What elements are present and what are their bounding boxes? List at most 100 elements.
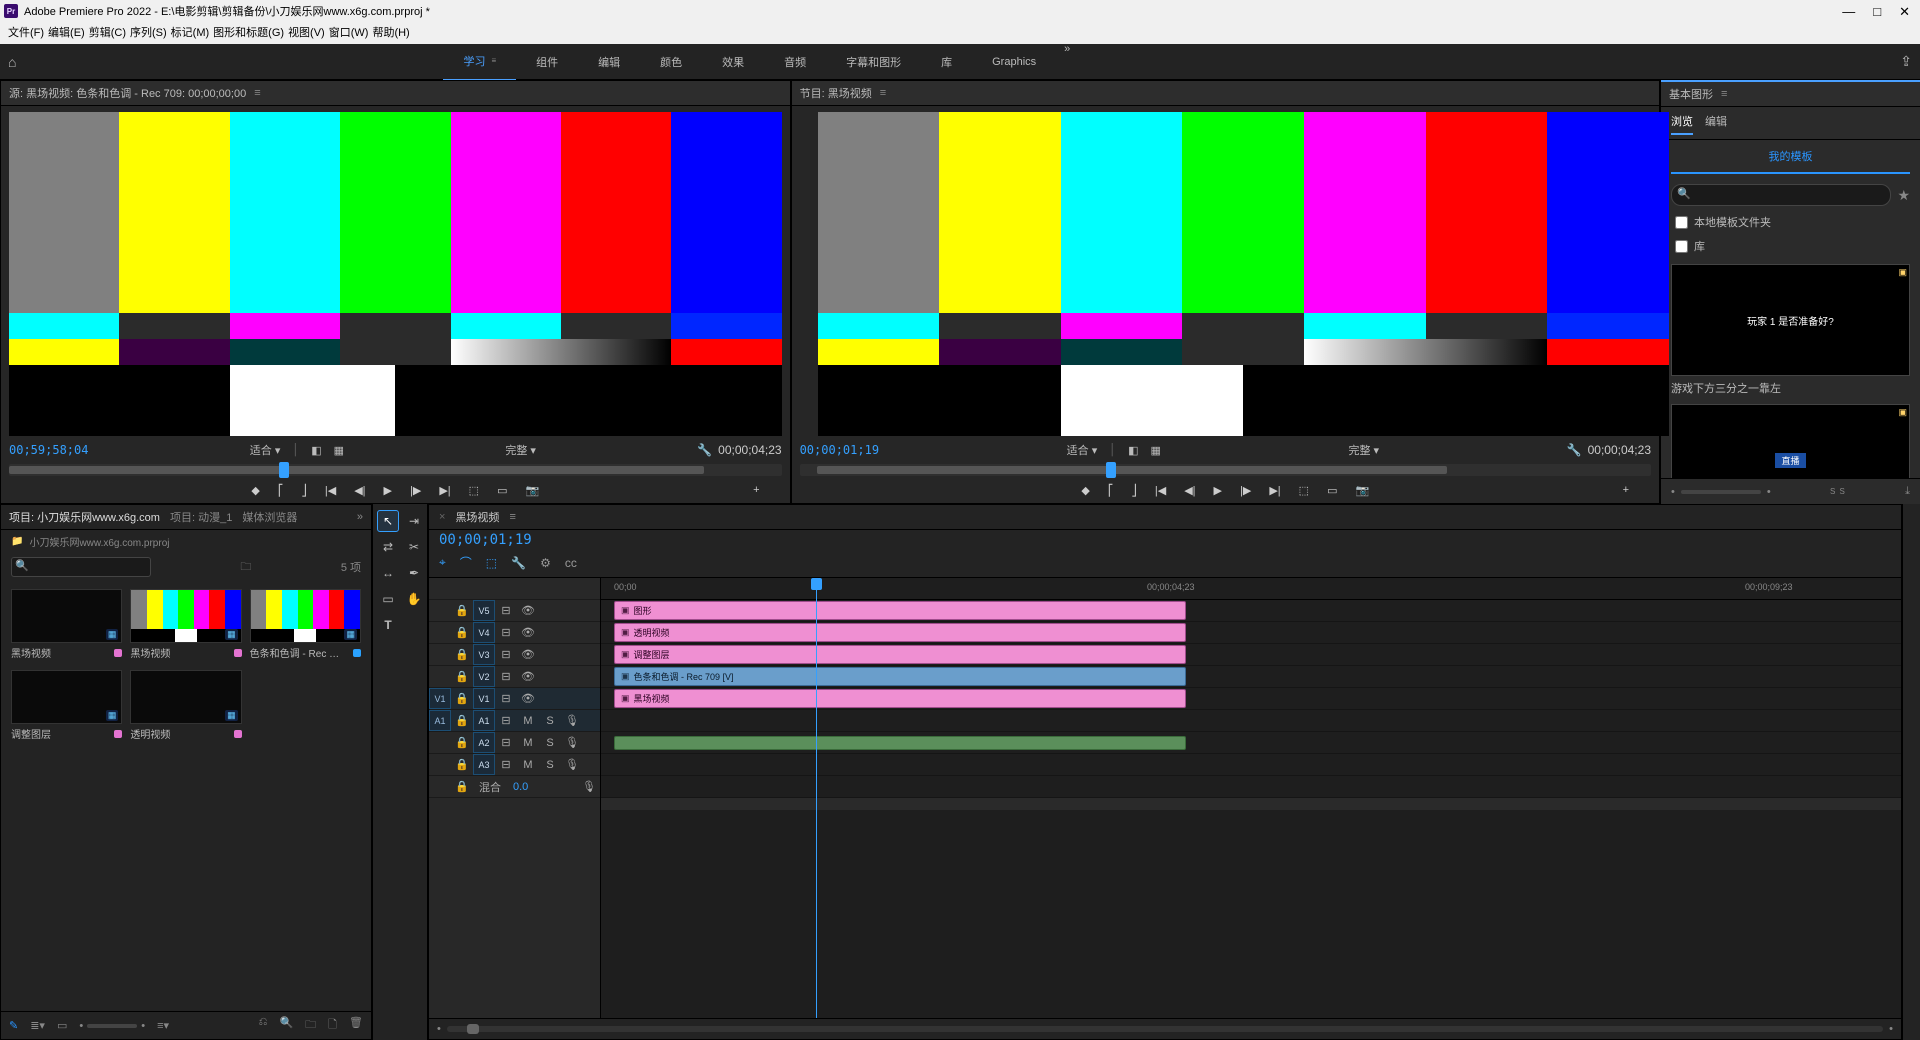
program-duration-timecode[interactable]: 00;00;04;23	[1588, 443, 1651, 457]
voiceover-icon[interactable]: 🎙	[561, 710, 583, 731]
timeline-clip[interactable]: ▣图形	[614, 601, 1186, 620]
add-marker-icon[interactable]: ⬚	[486, 556, 497, 570]
menu-edit[interactable]: 编辑(E)	[48, 24, 85, 40]
zoom-out-icon[interactable]: •	[437, 1023, 441, 1035]
track-target[interactable]: V5	[473, 600, 495, 621]
timeline-timecode[interactable]: 00;00;01;19	[429, 530, 1901, 554]
new-bin-icon[interactable]: 🗀	[305, 1016, 316, 1035]
media-browser-tab[interactable]: 媒体浏览器	[242, 509, 297, 525]
home-icon[interactable]: ⌂	[8, 54, 16, 70]
mute-icon[interactable]: M	[517, 732, 539, 753]
workspace-libraries[interactable]: 库	[921, 43, 972, 81]
mute-icon[interactable]: M	[517, 754, 539, 775]
source-patch-v1[interactable]: V1	[429, 688, 451, 709]
source-monitor-canvas[interactable]	[9, 112, 782, 436]
snap-icon[interactable]: ⌖	[439, 555, 446, 570]
play-icon[interactable]: ▶	[384, 484, 392, 497]
track-target[interactable]: A3	[473, 754, 495, 775]
source-scrubber[interactable]	[9, 464, 782, 476]
program-zoom-dropdown[interactable]: 适合 ▾	[1067, 442, 1098, 458]
sync-lock-icon[interactable]: ⊟	[495, 754, 517, 775]
source-out-timecode[interactable]: 00;00;04;23	[718, 443, 781, 457]
project-search-input[interactable]	[11, 557, 151, 577]
menu-file[interactable]: 文件(F)	[8, 24, 44, 40]
lift-icon[interactable]: ⬚	[1299, 484, 1309, 497]
solo-icon[interactable]: S	[539, 754, 561, 775]
out-point-icon[interactable]: ⎦	[301, 484, 307, 497]
marker-icon[interactable]: ◆	[251, 484, 259, 497]
maximize-button[interactable]: □	[1873, 5, 1881, 18]
new-item-icon[interactable]: 🗋	[328, 1016, 337, 1035]
sort-icon[interactable]: ≡▾	[157, 1019, 169, 1032]
workspace-audio[interactable]: 音频	[764, 43, 826, 81]
wrench-icon[interactable]: ⚙	[540, 556, 551, 570]
track-visibility-icon[interactable]: 👁	[517, 666, 539, 687]
close-button[interactable]: ✕	[1899, 5, 1910, 18]
wrench-icon[interactable]: 🔧	[697, 443, 712, 457]
workspace-assembly[interactable]: 组件	[516, 43, 578, 81]
program-monitor-canvas[interactable]	[818, 112, 1669, 436]
sync-lock-icon[interactable]: ⊟	[495, 644, 517, 665]
project-overflow-icon[interactable]: »	[357, 511, 363, 523]
caption-track-icon[interactable]: cc	[565, 556, 577, 570]
timeline-clip[interactable]: ▣透明视频	[614, 623, 1186, 642]
menu-sequence[interactable]: 序列(S)	[130, 24, 167, 40]
track-target[interactable]: V1	[473, 688, 495, 709]
sync-lock-icon[interactable]: ⊟	[495, 710, 517, 731]
menu-graphics[interactable]: 图形和标题(G)	[213, 24, 284, 40]
go-to-in-icon[interactable]: |◀	[325, 484, 336, 497]
list-view-icon[interactable]: ✎	[9, 1019, 18, 1032]
track-lock-icon[interactable]: 🔒	[451, 600, 473, 621]
eg-size-slider[interactable]: ••	[1671, 486, 1771, 498]
track-lock-icon[interactable]: 🔒	[451, 776, 473, 797]
program-resolution-dropdown[interactable]: 完整 ▾	[1348, 442, 1379, 458]
export-frame-icon[interactable]: 📷	[1355, 484, 1369, 497]
track-lock-icon[interactable]: 🔒	[451, 732, 473, 753]
rectangle-tool-icon[interactable]: ▭	[377, 588, 399, 610]
sync-lock-icon[interactable]: ⊟	[495, 600, 517, 621]
workspace-graphics[interactable]: Graphics	[972, 43, 1056, 81]
source-monitor-tab[interactable]: 源: 黑场视频: 色条和色调 - Rec 709: 00;00;00;00 ≡	[1, 81, 790, 106]
in-point-icon[interactable]: ⎡	[278, 484, 284, 497]
track-lock-icon[interactable]: 🔒	[451, 754, 473, 775]
project-item[interactable]: ▦ 色条和色调 - Rec 709	[250, 589, 361, 660]
workspace-color[interactable]: 颜色	[640, 43, 702, 81]
favorite-filter-icon[interactable]: ★	[1897, 187, 1910, 204]
project-item[interactable]: ▦ 调整图层	[11, 670, 122, 741]
workspace-editing[interactable]: 编辑	[578, 43, 640, 81]
menu-help[interactable]: 帮助(H)	[372, 24, 409, 40]
solo-icon[interactable]: S	[539, 710, 561, 731]
project-item[interactable]: ▦ 黑场视频	[11, 589, 122, 660]
track-target[interactable]: V3	[473, 644, 495, 665]
sync-lock-icon[interactable]: ⊟	[495, 666, 517, 687]
mix-value[interactable]: 0.0	[507, 776, 534, 797]
playhead-icon[interactable]	[811, 578, 822, 590]
track-lock-icon[interactable]: 🔒	[451, 688, 473, 709]
timeline-clip[interactable]: ▣黑场视频	[614, 689, 1186, 708]
solo-icon[interactable]: S	[539, 732, 561, 753]
track-lock-icon[interactable]: 🔒	[451, 622, 473, 643]
source-half-icon[interactable]: ◧	[311, 444, 321, 457]
program-grid-icon[interactable]: ▦	[1151, 444, 1161, 457]
panel-menu-icon[interactable]: ≡	[880, 87, 886, 99]
track-visibility-icon[interactable]: 👁	[517, 688, 539, 709]
zoom-in-icon[interactable]: •	[1889, 1023, 1893, 1035]
track-target[interactable]: V4	[473, 622, 495, 643]
extract-icon[interactable]: ▭	[1327, 484, 1337, 497]
go-to-out-icon[interactable]: ▶|	[1269, 484, 1280, 497]
find-icon[interactable]: 🔍	[279, 1016, 293, 1035]
timeline-audio-clip[interactable]	[614, 736, 1186, 750]
zoom-slider[interactable]: ••	[79, 1019, 145, 1032]
out-point-icon[interactable]: ⎦	[1131, 484, 1137, 497]
freeform-view-icon[interactable]: ▭	[57, 1019, 67, 1032]
track-visibility-icon[interactable]: 👁	[517, 622, 539, 643]
timeline-clip[interactable]: ▣色条和色调 - Rec 709 [V]	[614, 667, 1186, 686]
slip-tool-icon[interactable]: ↔	[377, 562, 399, 584]
source-grid-icon[interactable]: ▦	[334, 444, 344, 457]
in-point-icon[interactable]: ⎡	[1108, 484, 1114, 497]
eg-template-item[interactable]: ▣直播 游戏图形叠加	[1671, 404, 1910, 478]
timeline-ruler[interactable]: 00;00 00;00;04;23 00;00;09;23	[601, 578, 1901, 600]
menu-clip[interactable]: 剪辑(C)	[89, 24, 126, 40]
menu-marker[interactable]: 标记(M)	[171, 24, 210, 40]
timeline-settings-icon[interactable]: 🔧	[511, 556, 526, 570]
